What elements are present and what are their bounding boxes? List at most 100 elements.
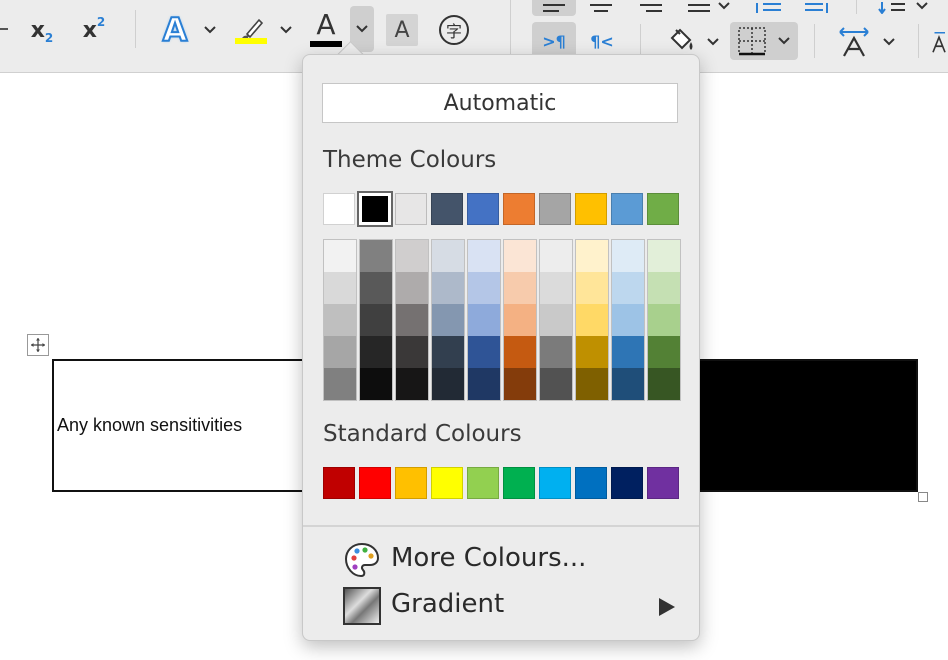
standard-colour-swatch[interactable] (323, 467, 355, 499)
standard-colour-swatch[interactable] (539, 467, 571, 499)
theme-shade-swatch[interactable] (468, 240, 500, 272)
asian-layout-button[interactable] (930, 22, 948, 60)
theme-shade-swatch[interactable] (432, 336, 464, 368)
theme-colour-swatch[interactable] (323, 193, 355, 225)
theme-colour-swatch[interactable] (575, 193, 607, 225)
theme-shade-swatch[interactable] (432, 368, 464, 400)
theme-shade-swatch[interactable] (648, 336, 680, 368)
borders-button[interactable] (730, 22, 798, 60)
theme-shade-swatch[interactable] (324, 272, 356, 304)
theme-shade-swatch[interactable] (612, 272, 644, 304)
increase-indent-button[interactable] (800, 0, 836, 16)
theme-shade-swatch[interactable] (396, 336, 428, 368)
theme-shade-swatch[interactable] (540, 304, 572, 336)
automatic-color-button[interactable]: Automatic (322, 83, 678, 123)
theme-shade-swatch[interactable] (540, 240, 572, 272)
standard-colour-swatch[interactable] (359, 467, 391, 499)
theme-shade-swatch[interactable] (576, 368, 608, 400)
theme-shade-swatch[interactable] (612, 336, 644, 368)
theme-shade-swatch[interactable] (396, 368, 428, 400)
standard-colour-swatch[interactable] (647, 467, 679, 499)
theme-shade-swatch[interactable] (432, 304, 464, 336)
theme-shade-swatch[interactable] (324, 368, 356, 400)
standard-colour-swatch[interactable] (467, 467, 499, 499)
theme-shade-column (503, 239, 537, 401)
theme-shade-swatch[interactable] (612, 304, 644, 336)
theme-shade-swatch[interactable] (504, 336, 536, 368)
align-left-button[interactable] (532, 0, 576, 16)
enclose-characters-button[interactable]: 字 (436, 12, 472, 48)
text-effects-button[interactable]: A (156, 10, 194, 50)
theme-shade-swatch[interactable] (504, 304, 536, 336)
theme-shade-swatch[interactable] (360, 240, 392, 272)
theme-shade-swatch[interactable] (468, 368, 500, 400)
theme-shade-swatch[interactable] (360, 272, 392, 304)
text-direction-dropdown[interactable] (880, 34, 898, 50)
theme-shade-swatch[interactable] (576, 240, 608, 272)
font-color-button[interactable]: A (306, 8, 346, 50)
more-colours-item[interactable]: More Colours... (341, 539, 681, 581)
theme-colour-swatch[interactable] (395, 193, 427, 225)
line-spacing-button[interactable] (874, 0, 910, 16)
theme-shade-swatch[interactable] (396, 272, 428, 304)
theme-shade-swatch[interactable] (396, 304, 428, 336)
theme-shade-swatch[interactable] (468, 336, 500, 368)
theme-shade-swatch[interactable] (648, 304, 680, 336)
theme-colour-swatch[interactable] (431, 193, 463, 225)
character-shading-button[interactable]: A (386, 14, 418, 46)
theme-shade-swatch[interactable] (324, 304, 356, 336)
theme-shade-swatch[interactable] (432, 240, 464, 272)
align-center-button[interactable] (584, 0, 618, 16)
theme-shade-swatch[interactable] (468, 304, 500, 336)
table-resize-handle[interactable] (918, 492, 928, 502)
theme-shade-swatch[interactable] (612, 240, 644, 272)
theme-shade-swatch[interactable] (504, 368, 536, 400)
theme-shade-swatch[interactable] (324, 336, 356, 368)
theme-shade-swatch[interactable] (396, 240, 428, 272)
theme-shade-swatch[interactable] (504, 240, 536, 272)
theme-shade-swatch[interactable] (540, 368, 572, 400)
theme-shade-swatch[interactable] (648, 240, 680, 272)
text-effects-dropdown[interactable] (200, 22, 220, 38)
table-move-handle[interactable] (27, 334, 49, 356)
highlight-button[interactable] (232, 10, 270, 50)
standard-colour-swatch[interactable] (575, 467, 607, 499)
theme-shade-swatch[interactable] (468, 272, 500, 304)
theme-shade-swatch[interactable] (612, 368, 644, 400)
theme-shade-swatch[interactable] (504, 272, 536, 304)
theme-shade-swatch[interactable] (360, 368, 392, 400)
theme-shade-swatch[interactable] (540, 272, 572, 304)
theme-colour-swatch[interactable] (357, 191, 393, 227)
theme-colour-swatch[interactable] (467, 193, 499, 225)
gradient-item[interactable]: Gradient (341, 585, 681, 629)
theme-shade-swatch[interactable] (648, 272, 680, 304)
theme-colour-swatch[interactable] (539, 193, 571, 225)
standard-colour-swatch[interactable] (395, 467, 427, 499)
standard-colour-swatch[interactable] (431, 467, 463, 499)
theme-shade-swatch[interactable] (576, 272, 608, 304)
line-spacing-dropdown[interactable] (914, 0, 930, 12)
theme-shade-swatch[interactable] (432, 272, 464, 304)
theme-shade-swatch[interactable] (576, 336, 608, 368)
table-cell-selected[interactable] (698, 361, 916, 490)
theme-shade-swatch[interactable] (360, 304, 392, 336)
theme-shade-swatch[interactable] (648, 368, 680, 400)
subscript-button[interactable]: x2 (24, 12, 60, 48)
justify-dropdown[interactable] (716, 0, 732, 12)
theme-shade-swatch[interactable] (540, 336, 572, 368)
theme-shade-swatch[interactable] (324, 240, 356, 272)
superscript-button[interactable]: x2 (76, 12, 112, 48)
standard-colour-swatch[interactable] (611, 467, 643, 499)
standard-colour-swatch[interactable] (503, 467, 535, 499)
theme-shade-swatch[interactable] (576, 304, 608, 336)
shading-dropdown[interactable] (704, 34, 722, 50)
align-right-button[interactable] (634, 0, 668, 16)
highlight-dropdown[interactable] (276, 22, 296, 38)
decrease-indent-button[interactable] (752, 0, 786, 16)
theme-colour-swatch[interactable] (503, 193, 535, 225)
theme-colour-swatch[interactable] (611, 193, 643, 225)
theme-colour-swatch[interactable] (647, 193, 679, 225)
theme-shade-swatch[interactable] (360, 336, 392, 368)
text-direction-button[interactable] (832, 22, 876, 60)
justify-button[interactable] (682, 0, 716, 16)
